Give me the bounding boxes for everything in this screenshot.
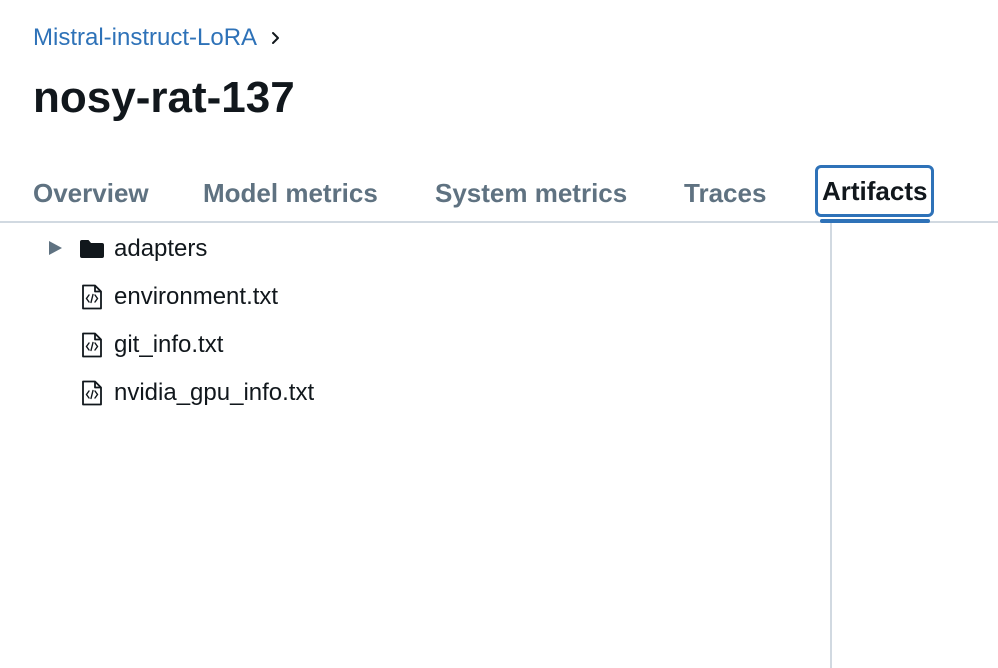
active-tab-indicator <box>820 219 930 223</box>
artifact-file-row[interactable]: nvidia_gpu_info.txt <box>0 368 829 416</box>
code-file-icon <box>79 380 105 406</box>
artifact-name: git_info.txt <box>114 331 224 358</box>
artifact-name: adapters <box>114 235 208 262</box>
tab-model-metrics[interactable]: Model metrics <box>203 165 378 221</box>
tab-overview[interactable]: Overview <box>33 165 149 221</box>
artifact-file-row[interactable]: git_info.txt <box>0 320 829 368</box>
code-file-icon <box>79 332 105 358</box>
tab-artifacts[interactable]: Artifacts <box>815 165 935 217</box>
breadcrumb-experiment-link[interactable]: Mistral-instruct-LoRA <box>33 24 257 52</box>
artifact-name: environment.txt <box>114 283 279 310</box>
artifact-panel-divider[interactable] <box>830 223 832 668</box>
folder-icon <box>79 236 105 262</box>
artifact-file-row[interactable]: environment.txt <box>0 272 829 320</box>
artifact-tree: adapters environment.txt git_info.txt nv… <box>0 224 829 416</box>
tab-system-metrics[interactable]: System metrics <box>435 165 627 221</box>
tab-traces[interactable]: Traces <box>684 165 766 221</box>
page-title: nosy-rat-137 <box>33 73 295 122</box>
artifact-name: nvidia_gpu_info.txt <box>114 379 315 406</box>
run-tabs: Overview Model metrics System metrics Tr… <box>0 165 998 223</box>
breadcrumb: Mistral-instruct-LoRA <box>33 22 283 54</box>
chevron-right-icon <box>269 30 283 46</box>
artifact-folder-row[interactable]: adapters <box>0 224 829 272</box>
code-file-icon <box>79 284 105 310</box>
expand-caret-icon[interactable] <box>49 241 62 255</box>
